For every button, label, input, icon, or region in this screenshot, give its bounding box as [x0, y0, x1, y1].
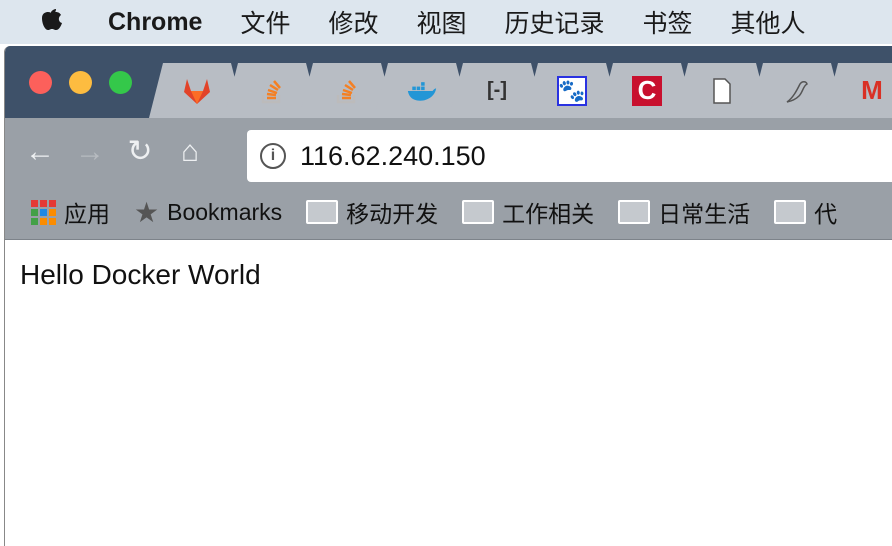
document-icon — [707, 76, 737, 106]
zoom-window-button[interactable] — [109, 71, 132, 94]
menu-history[interactable]: 历史记录 — [505, 4, 605, 40]
url-text[interactable]: 116.62.240.150 — [300, 141, 486, 172]
menu-file[interactable]: 文件 — [240, 4, 290, 40]
stackoverflow-icon — [257, 76, 287, 106]
address-bar[interactable]: i 116.62.240.150 — [247, 130, 892, 182]
reload-button[interactable]: ↻ — [115, 134, 165, 169]
bookmark-label: 代 — [814, 201, 838, 227]
bookmark-bookmarks[interactable]: ★ Bookmarks — [134, 196, 282, 229]
menu-bookmarks[interactable]: 书签 — [643, 4, 693, 40]
bookmark-folder[interactable]: 工作相关 — [462, 195, 594, 229]
bookmarks-bar: 应用 ★ Bookmarks 移动开发 工作相关 日常生活 代 — [5, 185, 892, 240]
macos-menubar: Chrome 文件 修改 视图 历史记录 书签 其他人 — [0, 0, 892, 44]
home-button[interactable]: ⌂ — [165, 135, 215, 169]
bookmark-label: 日常生活 — [658, 201, 751, 227]
close-window-button[interactable] — [29, 71, 52, 94]
page-content: Hello Docker World — [5, 241, 892, 309]
bookmark-folder[interactable]: 日常生活 — [618, 195, 750, 229]
back-button[interactable]: ← — [15, 135, 65, 169]
bookmark-label: Bookmarks — [167, 198, 283, 225]
tab-strip: [-] 🐾 C M — [5, 46, 892, 118]
menu-edit[interactable]: 修改 — [328, 4, 378, 40]
menu-people[interactable]: 其他人 — [731, 4, 806, 40]
chrome-window: [-] 🐾 C M ← → ↻ ⌂ i 116.62.240.150 应用 ★ … — [4, 46, 892, 546]
folder-icon — [462, 200, 495, 224]
bookmark-label: 移动开发 — [346, 201, 439, 227]
bookmark-folder[interactable]: 移动开发 — [306, 195, 438, 229]
minimize-window-button[interactable] — [69, 71, 92, 94]
menu-view[interactable]: 视图 — [417, 4, 467, 40]
gmail-icon: M — [861, 75, 883, 105]
gitlab-icon — [182, 76, 212, 106]
info-icon[interactable]: i — [260, 143, 286, 169]
tab-gmail[interactable]: M — [824, 63, 892, 118]
docker-icon — [407, 76, 437, 106]
bookmark-label: 工作相关 — [502, 201, 595, 227]
star-icon: ★ — [134, 196, 160, 228]
folder-icon — [774, 200, 807, 224]
apps-grid-icon — [31, 199, 56, 225]
bookmark-label: 应用 — [64, 201, 110, 227]
page-text: Hello Docker World — [20, 259, 261, 290]
bird-icon — [782, 76, 812, 106]
folder-icon — [618, 200, 651, 224]
menu-app-chrome[interactable]: Chrome — [108, 8, 202, 37]
c-logo-icon: C — [632, 76, 662, 106]
bookmark-folder[interactable]: 代 — [774, 195, 837, 229]
toolbar: ← → ↻ ⌂ i 116.62.240.150 — [5, 118, 892, 185]
stackoverflow-icon — [332, 76, 362, 106]
folder-icon — [306, 200, 339, 224]
aliyun-icon: [-] — [487, 79, 507, 101]
bookmark-apps[interactable]: 应用 — [5, 195, 110, 229]
baidu-paw-icon: 🐾 — [557, 76, 587, 106]
apple-menu-icon[interactable] — [38, 4, 78, 41]
forward-button[interactable]: → — [65, 135, 115, 169]
